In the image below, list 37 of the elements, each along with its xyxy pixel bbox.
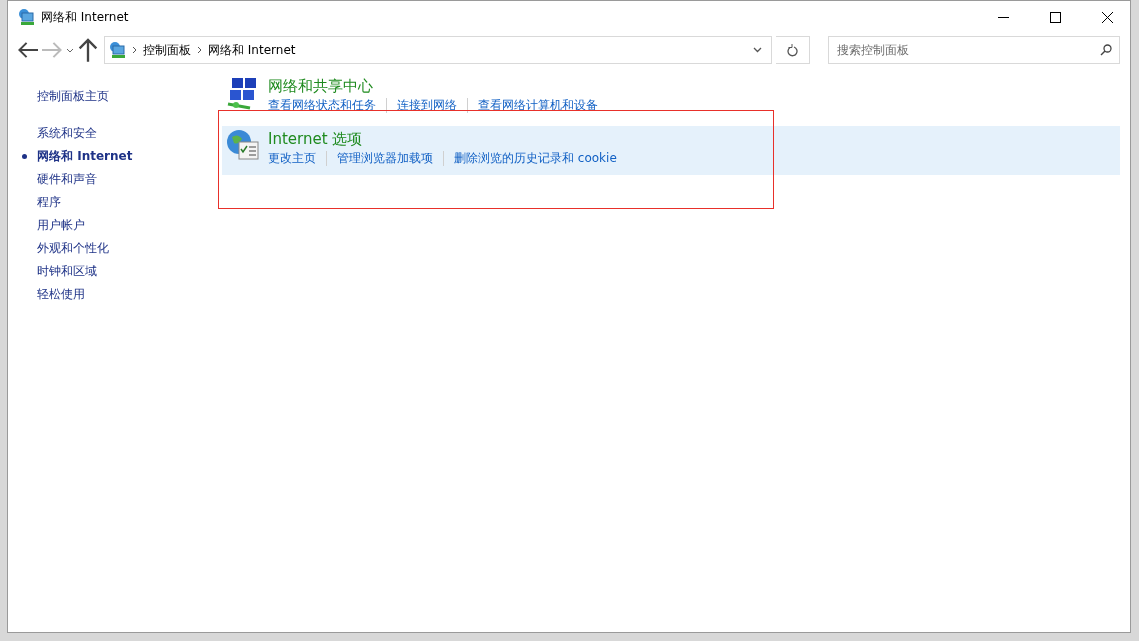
task-link[interactable]: 删除浏览的历史记录和 cookie bbox=[454, 150, 617, 166]
window-title: 网络和 Internet bbox=[41, 8, 130, 26]
category-row[interactable]: Internet 选项 更改主页 管理浏览器加载项 删除浏览的历史记录和 cookie bbox=[222, 126, 1120, 175]
sidebar-item[interactable]: 网络和 Internet bbox=[37, 147, 133, 166]
task-link[interactable]: 连接到网络 bbox=[397, 97, 457, 113]
sidebar-item[interactable]: 硬件和声音 bbox=[37, 170, 97, 189]
maximize-icon[interactable] bbox=[1049, 11, 1061, 23]
refresh-icon[interactable] bbox=[787, 43, 798, 57]
breadcrumb[interactable]: 网络和 Internet bbox=[208, 41, 296, 59]
task-link[interactable]: 查看网络状态和任务 bbox=[268, 97, 376, 113]
sidebar-item[interactable]: 外观和个性化 bbox=[37, 239, 109, 258]
chevron-icon[interactable] bbox=[132, 46, 137, 54]
sidebar-item[interactable]: 程序 bbox=[37, 193, 61, 212]
category-title[interactable]: 网络和共享中心 bbox=[268, 76, 598, 96]
refresh-button[interactable] bbox=[776, 36, 810, 64]
sidebar-home-link[interactable]: 控制面板主页 bbox=[37, 87, 208, 106]
category-row[interactable]: 网络和共享中心 查看网络状态和任务 连接到网络 查看网络计算机和设备 bbox=[222, 73, 1120, 122]
sidebar-item[interactable]: 时钟和区域 bbox=[37, 262, 97, 281]
search-icon[interactable] bbox=[1100, 44, 1112, 56]
task-link[interactable]: 更改主页 bbox=[268, 150, 316, 166]
address-bar[interactable]: 控制面板 网络和 Internet bbox=[104, 36, 772, 64]
network-window-icon bbox=[17, 8, 35, 26]
chevron-icon[interactable] bbox=[197, 46, 202, 54]
sidebar-item[interactable]: 轻松使用 bbox=[37, 285, 85, 304]
category-title[interactable]: Internet 选项 bbox=[268, 129, 617, 149]
recent-caret-icon[interactable] bbox=[66, 47, 74, 53]
close-icon[interactable] bbox=[1101, 11, 1113, 23]
control-panel-icon bbox=[108, 41, 126, 59]
search-field[interactable]: 搜索控制面板 bbox=[828, 36, 1120, 64]
sidebar-item[interactable]: 用户帐户 bbox=[37, 216, 85, 235]
chevron-down-icon[interactable] bbox=[752, 47, 762, 53]
task-link[interactable]: 查看网络计算机和设备 bbox=[478, 97, 598, 113]
task-link[interactable]: 管理浏览器加载项 bbox=[337, 150, 433, 166]
globe-checklist-icon bbox=[226, 129, 260, 163]
sidebar-item[interactable]: 系统和安全 bbox=[37, 124, 97, 143]
breadcrumb[interactable]: 控制面板 bbox=[143, 41, 191, 59]
up-arrow-icon[interactable] bbox=[78, 38, 98, 62]
